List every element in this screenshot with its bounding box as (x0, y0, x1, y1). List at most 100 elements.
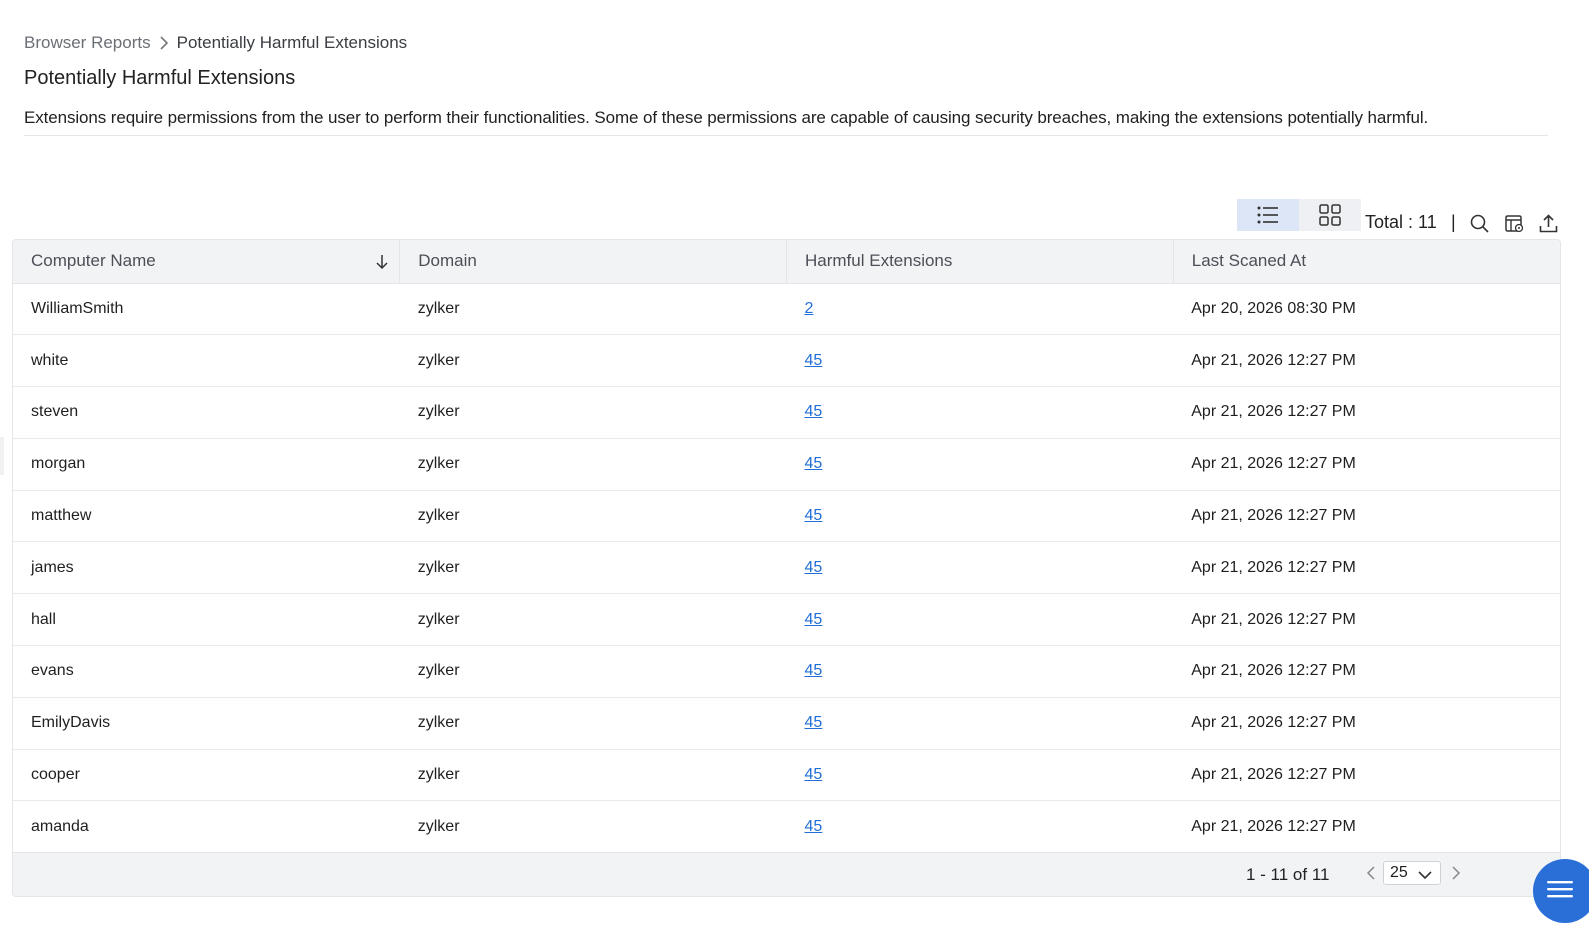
cell-last-scanned: Apr 21, 2026 12:27 PM (1191, 507, 1356, 525)
harmful-extensions-link[interactable]: 45 (805, 455, 823, 472)
harmful-extensions-link[interactable]: 45 (805, 766, 823, 783)
page-description: Extensions require permissions from the … (24, 108, 1429, 127)
cell-domain: zylker (417, 403, 460, 421)
cell-computer-name: morgan (31, 455, 86, 473)
page-title: Potentially Harmful Extensions (24, 67, 296, 89)
cell-harmful-extensions: 45 (787, 387, 1174, 439)
cell-domain: zylker (417, 662, 460, 680)
cell-harmful-extensions: 2 (787, 283, 1174, 335)
cell-last-scanned: Apr 21, 2026 12:27 PM (1191, 817, 1356, 835)
column-header-label: Computer Name (31, 251, 156, 271)
pagination-range: 1 - 11 of 11 (1246, 865, 1330, 884)
cell-domain: zylker (417, 558, 460, 576)
table-body: WilliamSmith zylker 2 Apr 20, 2026 08:30 PM… (13, 283, 1560, 853)
grid-view-icon (1319, 204, 1341, 226)
cell-last-scanned: Apr 21, 2026 12:27 PM (1191, 455, 1356, 473)
cell-last-scanned: Apr 21, 2026 12:27 PM (1191, 714, 1356, 732)
cell-last-scanned: Apr 21, 2026 12:27 PM (1191, 351, 1356, 369)
cell-computer-name: EmilyDavis (31, 714, 111, 732)
chevron-right-icon[interactable] (1451, 866, 1461, 885)
total-count: Total : 11 (1365, 212, 1437, 232)
table-row: hall zylker 45 Apr 21, 2026 12:27 PM (13, 594, 1560, 646)
pagination-bar: 1 - 11 of 11 25 (13, 852, 1560, 896)
cell-harmful-extensions: 45 (787, 801, 1174, 853)
breadcrumb-current: Potentially Harmful Extensions (176, 33, 408, 52)
cell-last-scanned: Apr 21, 2026 12:27 PM (1191, 558, 1356, 576)
cell-domain: zylker (417, 455, 460, 473)
table-row: steven zylker 45 Apr 21, 2026 12:27 PM (13, 387, 1560, 439)
harmful-extensions-link[interactable]: 45 (805, 662, 823, 679)
chevron-left-icon[interactable] (1366, 866, 1376, 885)
menu-icon (1547, 881, 1573, 898)
cell-computer-name: evans (31, 662, 74, 680)
table-row: james zylker 45 Apr 21, 2026 12:27 PM (13, 542, 1560, 594)
cell-computer-name: steven (31, 403, 79, 421)
grid-view-button[interactable] (1299, 199, 1361, 231)
cell-harmful-extensions: 45 (787, 490, 1174, 542)
column-settings-icon[interactable] (1504, 213, 1524, 233)
sort-descending-icon[interactable] (375, 254, 389, 275)
export-icon[interactable] (1538, 213, 1558, 233)
cell-harmful-extensions: 45 (787, 335, 1174, 387)
harmful-extensions-link[interactable]: 45 (805, 714, 823, 731)
cell-last-scanned: Apr 21, 2026 12:27 PM (1191, 766, 1356, 784)
cell-domain: zylker (417, 714, 460, 732)
cell-computer-name: hall (31, 610, 56, 628)
cell-computer-name: matthew (31, 507, 92, 525)
list-view-button[interactable] (1237, 199, 1299, 231)
cell-last-scanned: Apr 21, 2026 12:27 PM (1191, 403, 1356, 421)
extensions-table: Computer Name Domain Harmful Extensions … (12, 239, 1561, 897)
harmful-extensions-link[interactable]: 45 (805, 611, 823, 628)
column-header-label: Last Scaned At (1191, 251, 1307, 271)
column-header-harmful-extensions[interactable]: Harmful Extensions (786, 240, 1174, 284)
table-header-row: Computer Name Domain Harmful Extensions … (13, 240, 1560, 284)
harmful-extensions-link[interactable]: 45 (805, 818, 823, 835)
chevron-down-icon (1418, 867, 1432, 885)
table-row: matthew zylker 45 Apr 21, 2026 12:27 PM (13, 490, 1560, 542)
cell-domain: zylker (417, 817, 460, 835)
harmful-extensions-link[interactable]: 45 (805, 507, 823, 524)
cell-domain: zylker (417, 766, 460, 784)
search-icon[interactable] (1469, 213, 1489, 233)
side-panel-handle[interactable] (0, 437, 4, 475)
cell-computer-name: white (31, 351, 69, 369)
page-size-select[interactable]: 25 (1383, 861, 1441, 885)
breadcrumb-browser-reports[interactable]: Browser Reports (24, 33, 151, 53)
cell-last-scanned: Apr 20, 2026 08:30 PM (1191, 299, 1356, 317)
table-row: cooper zylker 45 Apr 21, 2026 12:27 PM (13, 749, 1560, 801)
cell-harmful-extensions: 45 (787, 749, 1174, 801)
harmful-extensions-link[interactable]: 2 (805, 300, 814, 317)
cell-computer-name: cooper (31, 766, 80, 784)
divider (24, 135, 1548, 136)
column-header-computer-name[interactable]: Computer Name (13, 240, 401, 284)
table-row: WilliamSmith zylker 2 Apr 20, 2026 08:30 PM (13, 283, 1560, 335)
harmful-extensions-link[interactable]: 45 (805, 352, 823, 369)
toolbar-separator: | (1451, 212, 1456, 232)
column-header-last-scanned[interactable]: Last Scaned At (1173, 240, 1560, 284)
cell-harmful-extensions: 45 (787, 438, 1174, 490)
view-toggle (1237, 199, 1361, 231)
cell-domain: zylker (417, 299, 460, 317)
column-header-label: Domain (418, 251, 477, 271)
column-header-domain[interactable]: Domain (399, 240, 787, 284)
table-row: white zylker 45 Apr 21, 2026 12:27 PM (13, 335, 1560, 387)
column-header-label: Harmful Extensions (805, 251, 953, 271)
table-row: EmilyDavis zylker 45 Apr 21, 2026 12:27 PM (13, 697, 1560, 750)
cell-domain: zylker (417, 351, 460, 369)
table-row: evans zylker 45 Apr 21, 2026 12:27 PM (13, 646, 1560, 698)
table-row: morgan zylker 45 Apr 21, 2026 12:27 PM (13, 438, 1560, 491)
cell-computer-name: james (31, 558, 74, 576)
harmful-extensions-link[interactable]: 45 (805, 559, 823, 576)
cell-domain: zylker (417, 610, 460, 628)
cell-computer-name: WilliamSmith (31, 299, 124, 317)
cell-harmful-extensions: 45 (787, 594, 1174, 646)
cell-last-scanned: Apr 21, 2026 12:27 PM (1191, 662, 1356, 680)
list-view-icon (1257, 206, 1278, 224)
cell-harmful-extensions: 45 (787, 542, 1174, 594)
breadcrumb: Browser Reports Potentially Harmful Exte… (24, 33, 407, 53)
cell-last-scanned: Apr 21, 2026 12:27 PM (1191, 610, 1356, 628)
cell-computer-name: amanda (31, 817, 89, 835)
floating-menu-button[interactable] (1533, 859, 1589, 923)
cell-harmful-extensions: 45 (787, 646, 1174, 698)
harmful-extensions-link[interactable]: 45 (805, 403, 823, 420)
